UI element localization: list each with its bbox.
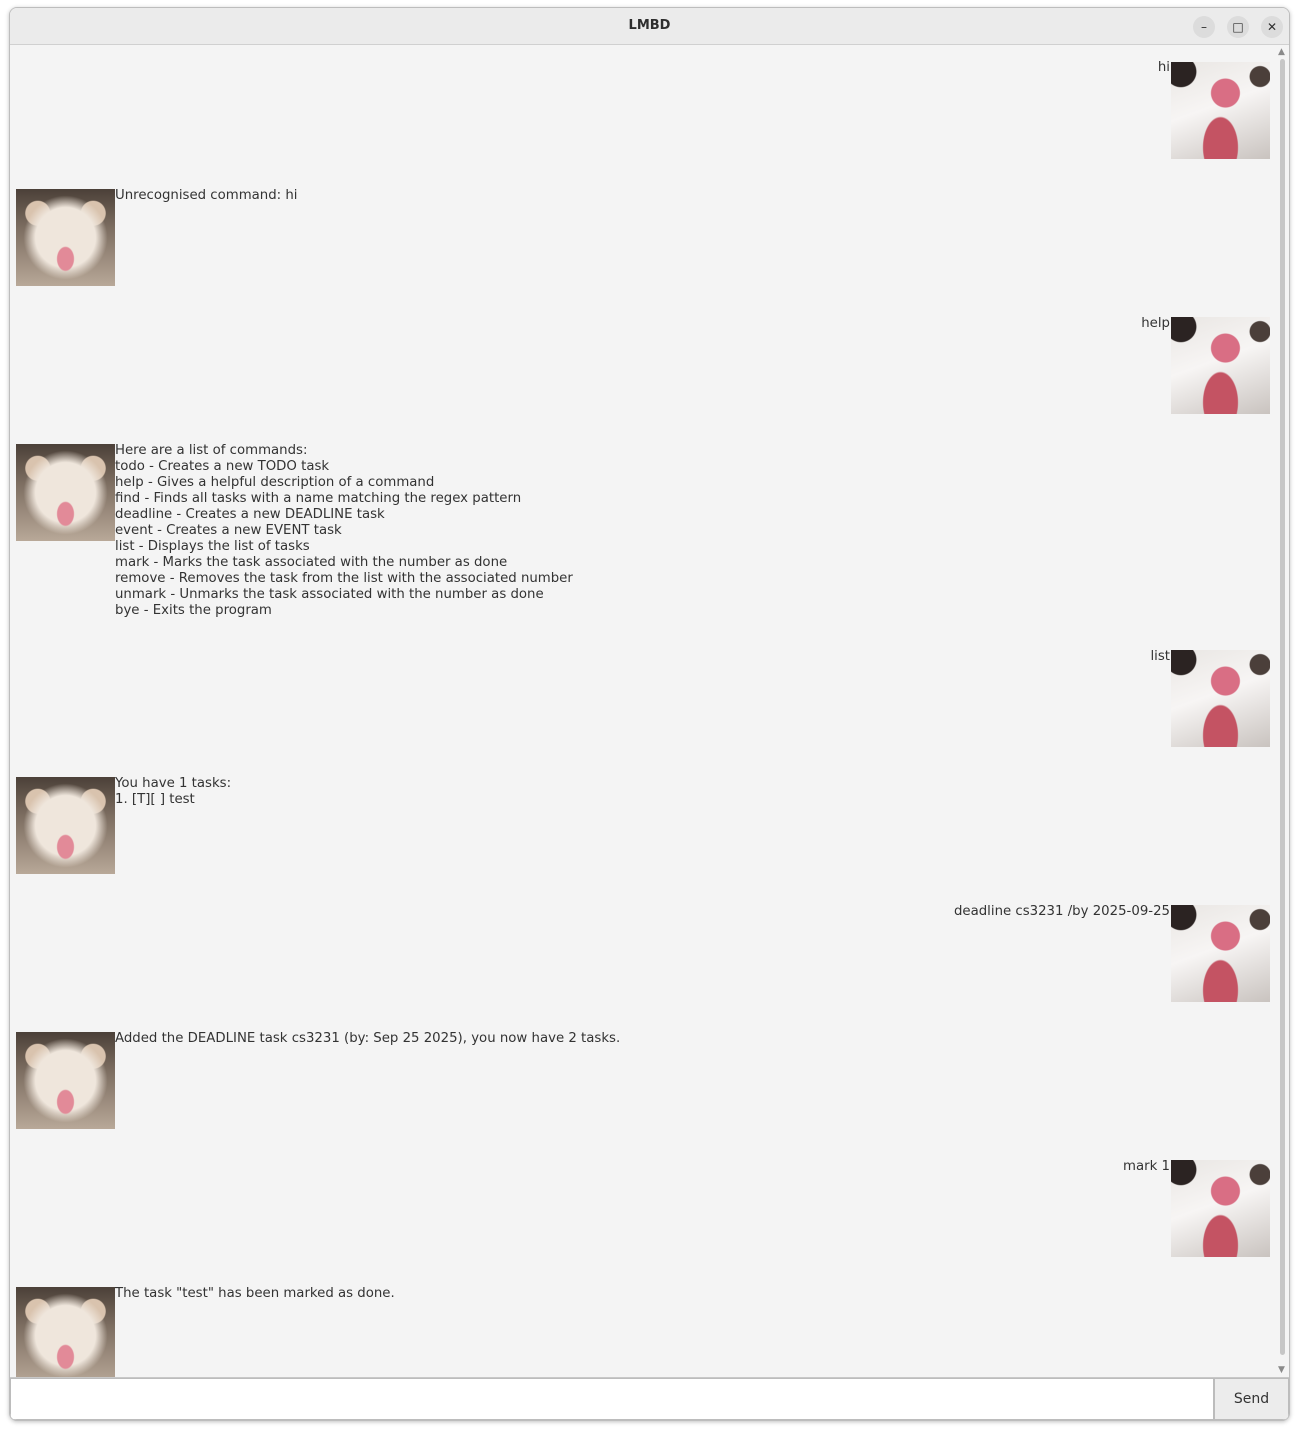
user-avatar (1171, 905, 1270, 1002)
bot-message-text: Here are a list of commands: todo - Crea… (115, 443, 573, 618)
bot-message-text: Unrecognised command: hi (115, 188, 298, 203)
dialog-container: hi Unrecognised command: hi help Here ar… (10, 45, 1277, 1377)
bot-message-text: Added the DEADLINE task cs3231 (by: Sep … (115, 1031, 621, 1046)
scrollbar-thumb[interactable] (1280, 59, 1285, 1355)
user-message-text: mark 1 (1123, 1159, 1170, 1174)
user-avatar (1171, 62, 1270, 159)
user-message-text: help (1141, 316, 1170, 331)
input-bar: Send (10, 1377, 1289, 1420)
maximize-button[interactable]: □ (1227, 16, 1249, 38)
bot-avatar (16, 1287, 115, 1377)
vertical-scrollbar[interactable]: ▲ ▼ (1277, 45, 1289, 1377)
bot-avatar (16, 444, 115, 541)
send-button[interactable]: Send (1214, 1378, 1289, 1420)
user-message-text: deadline cs3231 /by 2025-09-25 (953, 904, 1170, 919)
close-button[interactable]: ✕ (1261, 16, 1283, 38)
user-message-text: list (1150, 649, 1170, 664)
window-title: LMBD (628, 18, 671, 33)
user-avatar (1171, 317, 1270, 414)
minimize-button[interactable]: – (1193, 16, 1215, 38)
message-input[interactable] (10, 1378, 1214, 1420)
bot-avatar (16, 1032, 115, 1129)
user-avatar (1171, 1160, 1270, 1257)
title-bar: LMBD – □ ✕ (10, 8, 1289, 45)
scroll-down-arrow-icon[interactable]: ▼ (1278, 1365, 1285, 1375)
bot-message-text: You have 1 tasks: 1. [T][ ] test (115, 776, 232, 807)
bot-avatar (16, 189, 115, 286)
user-message-text: hi (1157, 60, 1170, 75)
app-window: LMBD – □ ✕ hi Unrecognised command: hi h… (9, 7, 1290, 1421)
bot-avatar (16, 777, 115, 874)
scroll-up-arrow-icon[interactable]: ▲ (1278, 47, 1285, 57)
user-avatar (1171, 650, 1270, 747)
bot-message-text: The task "test" has been marked as done. (115, 1286, 395, 1301)
